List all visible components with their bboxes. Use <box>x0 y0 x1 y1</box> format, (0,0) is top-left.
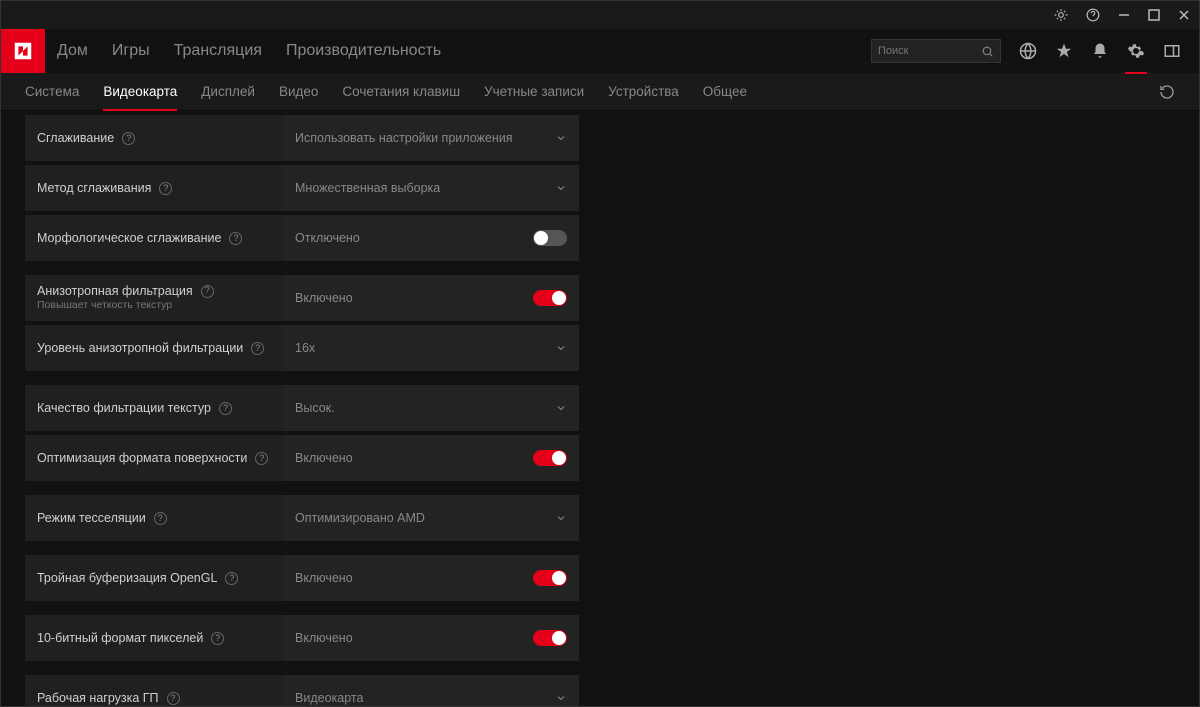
settings-tab-5[interactable]: Учетные записи <box>484 73 584 111</box>
setting-value[interactable]: Использовать настройки приложения <box>283 115 579 161</box>
settings-tab-0[interactable]: Система <box>25 73 79 111</box>
close-button[interactable] <box>1177 8 1191 22</box>
settings-tab-6[interactable]: Устройства <box>608 73 679 111</box>
star-icon[interactable] <box>1055 42 1073 60</box>
setting-label: Сглаживание? <box>25 115 283 161</box>
setting-label: Рабочая нагрузка ГП? <box>25 675 283 706</box>
setting-row: Метод сглаживания? Множественная выборка <box>25 165 579 211</box>
settings-tab-1[interactable]: Видеокарта <box>103 73 177 111</box>
value-text: Использовать настройки приложения <box>295 131 512 145</box>
setting-row: Оптимизация формата поверхности? Включено <box>25 435 579 481</box>
setting-row: Анизотропная фильтрация?Повышает четкост… <box>25 275 579 321</box>
value-text: Видеокарта <box>295 691 363 705</box>
setting-row: Тройная буферизация OpenGL? Включено <box>25 555 579 601</box>
chevron-down-icon <box>555 512 567 524</box>
setting-value[interactable]: Видеокарта <box>283 675 579 706</box>
toggle-switch[interactable] <box>533 450 567 466</box>
settings-tab-3[interactable]: Видео <box>279 73 318 111</box>
gear-icon[interactable] <box>1127 42 1145 60</box>
app-window: Дом Игры Трансляция Производительность Поис… <box>0 0 1200 707</box>
settings-tab-2[interactable]: Дисплей <box>201 73 255 111</box>
chevron-down-icon <box>555 342 567 354</box>
help-icon[interactable]: ? <box>229 232 242 245</box>
minimize-button[interactable] <box>1117 8 1131 22</box>
setting-row: Уровень анизотропной фильтрации? 16x <box>25 325 579 371</box>
toggle-switch[interactable] <box>533 290 567 306</box>
setting-value[interactable]: Включено <box>283 435 579 481</box>
help-icon[interactable]: ? <box>167 692 180 705</box>
search-input[interactable]: Поиск <box>871 39 1001 63</box>
bug-icon[interactable] <box>1053 7 1069 23</box>
settings-tabs: Система Видеокарта Дисплей Видео Сочетания к… <box>1 73 1199 111</box>
settings-tab-7[interactable]: Общее <box>703 73 747 111</box>
amd-logo[interactable] <box>1 29 45 73</box>
help-icon[interactable]: ? <box>154 512 167 525</box>
setting-label: Режим тесселяции? <box>25 495 283 541</box>
setting-row: 10-битный формат пикселей? Включено <box>25 615 579 661</box>
setting-label: Оптимизация формата поверхности? <box>25 435 283 481</box>
setting-label: 10-битный формат пикселей? <box>25 615 283 661</box>
help-icon[interactable]: ? <box>251 342 264 355</box>
setting-row: Режим тесселяции? Оптимизировано AMD <box>25 495 579 541</box>
help-icon[interactable]: ? <box>255 452 268 465</box>
value-text: Включено <box>295 571 353 585</box>
value-text: Оптимизировано AMD <box>295 511 425 525</box>
help-icon[interactable]: ? <box>225 572 238 585</box>
help-icon[interactable]: ? <box>201 285 214 298</box>
setting-value[interactable]: Оптимизировано AMD <box>283 495 579 541</box>
chevron-down-icon <box>555 182 567 194</box>
settings-content: Сглаживание? Использовать настройки прило… <box>1 111 1199 706</box>
panel-icon[interactable] <box>1163 42 1181 60</box>
value-text: Включено <box>295 451 353 465</box>
setting-value[interactable]: Включено <box>283 275 579 321</box>
search-placeholder: Поиск <box>878 45 981 57</box>
setting-value[interactable]: Включено <box>283 555 579 601</box>
help-icon[interactable]: ? <box>219 402 232 415</box>
web-icon[interactable] <box>1019 42 1037 60</box>
setting-row: Морфологическое сглаживание? Отключено <box>25 215 579 261</box>
maximize-button[interactable] <box>1147 8 1161 22</box>
toggle-switch[interactable] <box>533 630 567 646</box>
setting-label: Метод сглаживания? <box>25 165 283 211</box>
help-icon[interactable]: ? <box>122 132 135 145</box>
value-text: Множественная выборка <box>295 181 440 195</box>
nav-tab-2[interactable]: Трансляция <box>174 42 262 60</box>
chevron-down-icon <box>555 402 567 414</box>
setting-label: Уровень анизотропной фильтрации? <box>25 325 283 371</box>
value-text: 16x <box>295 341 315 355</box>
nav-tab-0[interactable]: Дом <box>57 42 88 60</box>
titlebar <box>1 1 1199 29</box>
value-text: Включено <box>295 631 353 645</box>
value-text: Высок. <box>295 401 335 415</box>
setting-label: Анизотропная фильтрация?Повышает четкост… <box>25 275 283 321</box>
setting-row: Сглаживание? Использовать настройки прило… <box>25 115 579 161</box>
settings-tab-4[interactable]: Сочетания клавиш <box>342 73 460 111</box>
toggle-switch[interactable] <box>533 570 567 586</box>
setting-label: Качество фильтрации текстур? <box>25 385 283 431</box>
setting-label: Морфологическое сглаживание? <box>25 215 283 261</box>
top-nav: Дом Игры Трансляция Производительность Поис… <box>1 29 1199 73</box>
setting-row: Рабочая нагрузка ГП? Видеокарта <box>25 675 579 706</box>
bell-icon[interactable] <box>1091 42 1109 60</box>
setting-label: Тройная буферизация OpenGL? <box>25 555 283 601</box>
setting-value[interactable]: Множественная выборка <box>283 165 579 211</box>
setting-value[interactable]: Отключено <box>283 215 579 261</box>
search-icon <box>981 45 994 58</box>
value-text: Включено <box>295 291 353 305</box>
setting-value[interactable]: Высок. <box>283 385 579 431</box>
nav-tab-3[interactable]: Производительность <box>286 42 441 60</box>
nav-tab-1[interactable]: Игры <box>112 42 150 60</box>
setting-value[interactable]: 16x <box>283 325 579 371</box>
setting-value[interactable]: Включено <box>283 615 579 661</box>
value-text: Отключено <box>295 231 360 245</box>
setting-row: Качество фильтрации текстур? Высок. <box>25 385 579 431</box>
toggle-switch[interactable] <box>533 230 567 246</box>
chevron-down-icon <box>555 132 567 144</box>
chevron-down-icon <box>555 692 567 704</box>
help-icon[interactable]: ? <box>211 632 224 645</box>
help-icon[interactable] <box>1085 7 1101 23</box>
reset-all-button[interactable] <box>1159 84 1175 100</box>
help-icon[interactable]: ? <box>159 182 172 195</box>
